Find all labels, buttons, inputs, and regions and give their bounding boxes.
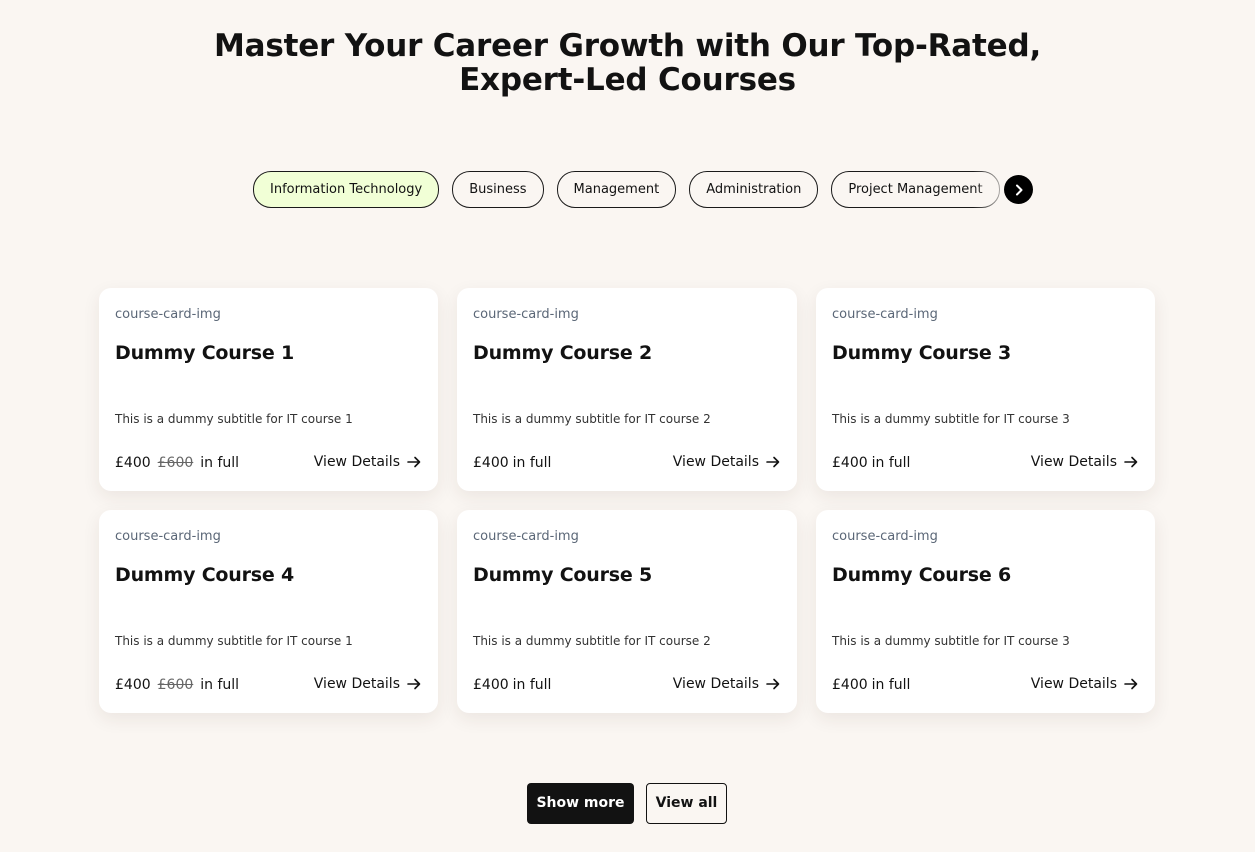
course-card-image: course-card-img [473,529,579,544]
arrow-right-icon [407,456,421,468]
tab-information-technology[interactable]: Information Technology [253,171,440,208]
price-suffix: in full [200,677,240,693]
course-card-image: course-card-img [115,529,221,544]
category-tab-list: Information Technology Business Manageme… [253,171,1033,208]
course-subtitle: This is a dummy subtitle for IT course 1 [115,634,353,648]
arrow-right-icon [766,456,780,468]
view-details-label: View Details [313,454,400,470]
view-details-link[interactable]: View Details [673,676,780,692]
course-price: £400 £600 in full [115,455,239,471]
current-price: £400 [832,455,868,471]
course-title: Dummy Course 3 [832,342,1012,364]
arrow-right-icon [1124,678,1138,690]
course-title: Dummy Course 5 [473,564,653,586]
chevron-right-icon [1015,184,1022,195]
arrow-right-icon [766,678,780,690]
section-heading-line-1: Master Your Career Growth with Our Top-R… [213,27,1042,64]
view-details-label: View Details [313,676,400,692]
course-card[interactable]: course-card-img Dummy Course 4 This is a… [99,510,438,713]
course-subtitle: This is a dummy subtitle for IT course 2 [473,412,711,426]
course-subtitle: This is a dummy subtitle for IT course 3 [832,412,1070,426]
course-card[interactable]: course-card-img Dummy Course 5 This is a… [457,510,797,713]
arrow-right-icon [407,678,421,690]
course-title: Dummy Course 2 [473,342,653,364]
course-subtitle: This is a dummy subtitle for IT course 2 [473,634,711,648]
price-suffix: in full [512,677,552,693]
course-card-image: course-card-img [115,307,221,322]
course-card[interactable]: course-card-img Dummy Course 6 This is a… [816,510,1155,713]
course-subtitle: This is a dummy subtitle for IT course 3 [832,634,1070,648]
price-suffix: in full [512,455,552,471]
view-details-link[interactable]: View Details [314,454,421,470]
price-suffix: in full [200,455,240,471]
view-details-label: View Details [1030,454,1117,470]
course-card[interactable]: course-card-img Dummy Course 3 This is a… [816,288,1155,491]
course-card[interactable]: course-card-img Dummy Course 2 This is a… [457,288,797,491]
view-details-label: View Details [1030,676,1117,692]
course-price: £400 in full [832,677,910,693]
section-heading-line-2: Expert-Led Courses [459,61,796,98]
view-details-label: View Details [672,676,759,692]
course-subtitle: This is a dummy subtitle for IT course 1 [115,412,353,426]
current-price: £400 [473,677,509,693]
course-card-image: course-card-img [473,307,579,322]
tab-management[interactable]: Management [556,171,677,208]
original-price: £600 [157,455,194,471]
current-price: £400 [473,455,509,471]
view-details-link[interactable]: View Details [1031,454,1138,470]
show-more-button[interactable]: Show more [527,783,634,824]
category-tabs: Information Technology Business Manageme… [253,171,1033,208]
course-title: Dummy Course 6 [832,564,1012,586]
tabs-next-button[interactable] [1004,175,1033,204]
view-all-button[interactable]: View all [646,783,727,824]
tab-administration[interactable]: Administration [689,171,819,208]
arrow-right-icon [1124,456,1138,468]
section-heading: Master Your Career Growth with Our Top-R… [0,29,1255,97]
price-suffix: in full [871,455,911,471]
course-grid: course-card-img Dummy Course 1 This is a… [99,288,1155,713]
course-card-image: course-card-img [832,307,938,322]
view-details-link[interactable]: View Details [1031,676,1138,692]
course-price: £400 in full [473,455,551,471]
view-details-link[interactable]: View Details [314,676,421,692]
course-card-image: course-card-img [832,529,938,544]
course-price: £400 £600 in full [115,677,239,693]
current-price: £400 [832,677,868,693]
view-details-label: View Details [672,454,759,470]
current-price: £400 [115,455,151,471]
price-suffix: in full [871,677,911,693]
current-price: £400 [115,677,151,693]
tab-business[interactable]: Business [452,171,544,208]
course-title: Dummy Course 1 [115,342,295,364]
course-card[interactable]: course-card-img Dummy Course 1 This is a… [99,288,438,491]
course-price: £400 in full [832,455,910,471]
view-details-link[interactable]: View Details [673,454,780,470]
course-price: £400 in full [473,677,551,693]
course-title: Dummy Course 4 [115,564,295,586]
original-price: £600 [157,677,194,693]
